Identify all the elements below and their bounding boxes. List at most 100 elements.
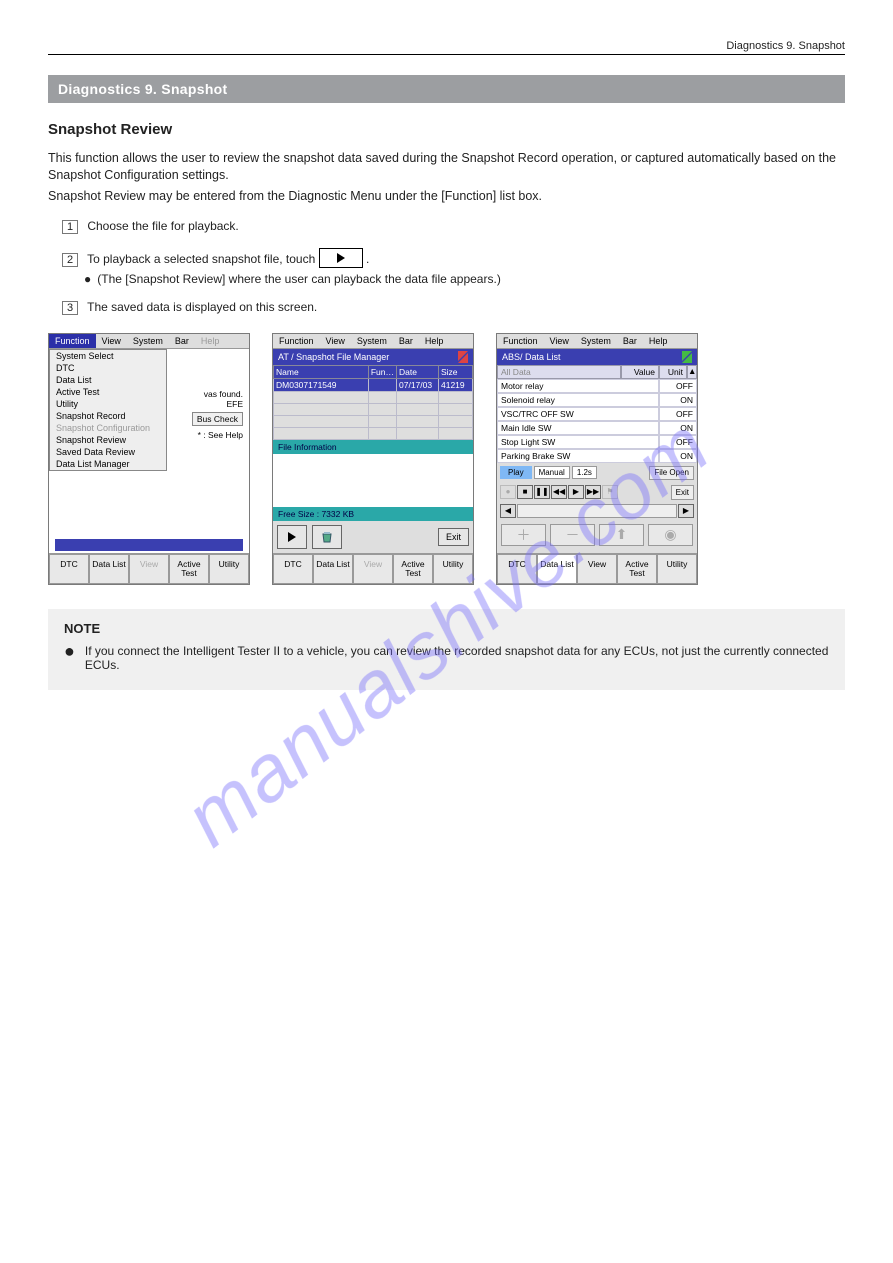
menu-help[interactable]: Help xyxy=(643,334,674,348)
menu-item-saved-data-review[interactable]: Saved Data Review xyxy=(50,446,166,458)
col-value: Value xyxy=(621,365,659,379)
play-mode[interactable]: Manual xyxy=(534,466,570,479)
bottom-tabs: DTC Data List View Active Test Utility xyxy=(273,553,473,584)
menu-bar-item[interactable]: Bar xyxy=(393,334,419,348)
up-arrow-button[interactable]: ⬆ xyxy=(599,524,644,546)
menu-system[interactable]: System xyxy=(351,334,393,348)
tab-data-list[interactable]: Data List xyxy=(89,554,129,584)
title-bar: ABS/ Data List xyxy=(497,349,697,365)
table-row xyxy=(274,403,473,415)
data-row[interactable]: VSC/TRC OFF SWOFF xyxy=(497,407,697,421)
step-2: 2 To playback a selected snapshot file, … xyxy=(62,248,845,268)
screenshot-function-menu: Function View System Bar Help vas found.… xyxy=(48,333,250,585)
scroll-left-icon[interactable]: ◀ xyxy=(500,504,516,518)
tab-view[interactable]: View xyxy=(353,554,393,584)
menu-item-active-test[interactable]: Active Test xyxy=(50,386,166,398)
tab-dtc[interactable]: DTC xyxy=(273,554,313,584)
menu-item-snapshot-config: Snapshot Configuration xyxy=(50,422,166,434)
slider-track[interactable] xyxy=(517,504,677,518)
menu-bar: Function View System Bar Help xyxy=(49,334,249,349)
file-row-selected[interactable]: DM030717154907/17/0341219 xyxy=(274,378,473,391)
menu-system[interactable]: System xyxy=(127,334,169,348)
screenshot-file-manager: Function View System Bar Help AT / Snaps… xyxy=(272,333,474,585)
data-row[interactable]: Main Idle SWON xyxy=(497,421,697,435)
free-size-bar: Free Size : 7332 KB xyxy=(273,507,473,521)
scroll-up-icon[interactable]: ▲ xyxy=(687,365,697,379)
step-number: 3 xyxy=(62,301,78,315)
tab-utility[interactable]: Utility xyxy=(433,554,473,584)
menu-view[interactable]: View xyxy=(544,334,575,348)
menu-system[interactable]: System xyxy=(575,334,617,348)
stop-icon[interactable]: ■ xyxy=(517,485,533,499)
bullet-icon: ● xyxy=(64,644,75,672)
col-name[interactable]: Name xyxy=(274,365,369,378)
note-title: NOTE xyxy=(64,621,829,636)
menu-item-snapshot-record[interactable]: Snapshot Record xyxy=(50,410,166,422)
menu-function[interactable]: Function xyxy=(49,334,96,348)
minus-button[interactable]: － xyxy=(550,524,595,546)
plus-button[interactable]: ＋ xyxy=(501,524,546,546)
rewind-icon[interactable]: ◀◀ xyxy=(551,485,567,499)
play-button[interactable] xyxy=(277,525,307,549)
menu-item-utility[interactable]: Utility xyxy=(50,398,166,410)
section-title: Snapshot Review xyxy=(48,121,845,138)
col-unit: Unit xyxy=(659,365,687,379)
menu-item-dtc[interactable]: DTC xyxy=(50,362,166,374)
target-button[interactable]: ◉ xyxy=(648,524,693,546)
note-box: NOTE ● If you connect the Intelligent Te… xyxy=(48,609,845,690)
play-interval[interactable]: 1.2s xyxy=(572,466,597,479)
step-2-sub: ●(The [Snapshot Review] where the user c… xyxy=(84,272,845,286)
tab-utility[interactable]: Utility xyxy=(657,554,697,584)
col-size[interactable]: Size xyxy=(439,365,473,378)
table-row xyxy=(274,391,473,403)
data-rows: Motor relayOFF Solenoid relayON VSC/TRC … xyxy=(497,379,697,463)
exit-button[interactable]: Exit xyxy=(438,528,469,546)
tab-active-test[interactable]: Active Test xyxy=(617,554,657,584)
data-row[interactable]: Motor relayOFF xyxy=(497,379,697,393)
menu-item-snapshot-review[interactable]: Snapshot Review xyxy=(50,434,166,446)
table-row xyxy=(274,415,473,427)
tab-active-test[interactable]: Active Test xyxy=(169,554,209,584)
col-fun[interactable]: Fun… xyxy=(368,365,396,378)
tab-view[interactable]: View xyxy=(129,554,169,584)
tab-utility[interactable]: Utility xyxy=(209,554,249,584)
menu-function[interactable]: Function xyxy=(273,334,320,348)
background-panel: vas found. EFE Bus Check * : See Help xyxy=(192,389,243,440)
tab-dtc[interactable]: DTC xyxy=(497,554,537,584)
menu-item-system-select[interactable]: System Select xyxy=(50,350,166,362)
record-icon[interactable]: ● xyxy=(500,485,516,499)
scroll-right-icon[interactable]: ▶ xyxy=(678,504,694,518)
menu-bar-item[interactable]: Bar xyxy=(169,334,195,348)
play-icon[interactable]: ▶ xyxy=(568,485,584,499)
menu-bar: Function View System Bar Help xyxy=(497,334,697,349)
chapter-bar: Diagnostics 9. Snapshot xyxy=(48,75,845,103)
pause-icon[interactable]: ❚❚ xyxy=(534,485,550,499)
file-open-button[interactable]: File Open xyxy=(649,466,694,480)
flag-icon[interactable]: ⚑ xyxy=(602,485,618,499)
bottom-tabs: DTC Data List View Active Test Utility xyxy=(497,553,697,584)
menu-function[interactable]: Function xyxy=(497,334,544,348)
tab-dtc[interactable]: DTC xyxy=(49,554,89,584)
data-row[interactable]: Stop Light SWOFF xyxy=(497,435,697,449)
menu-view[interactable]: View xyxy=(96,334,127,348)
data-row[interactable]: Parking Brake SWON xyxy=(497,449,697,463)
play-label: Play xyxy=(500,466,532,479)
delete-button[interactable] xyxy=(312,525,342,549)
tab-view[interactable]: View xyxy=(577,554,617,584)
menu-help[interactable]: Help xyxy=(195,334,226,348)
tab-active-test[interactable]: Active Test xyxy=(393,554,433,584)
menu-item-data-list-manager[interactable]: Data List Manager xyxy=(50,458,166,470)
exit-button[interactable]: Exit xyxy=(671,485,694,500)
header-reference: Diagnostics 9. Snapshot xyxy=(48,40,845,52)
tab-data-list[interactable]: Data List xyxy=(313,554,353,584)
bus-check-button[interactable]: Bus Check xyxy=(192,412,243,426)
data-row[interactable]: Solenoid relayON xyxy=(497,393,697,407)
all-data-selector[interactable]: All Data xyxy=(497,365,621,379)
menu-bar-item[interactable]: Bar xyxy=(617,334,643,348)
fastfwd-icon[interactable]: ▶▶ xyxy=(585,485,601,499)
menu-view[interactable]: View xyxy=(320,334,351,348)
col-date[interactable]: Date xyxy=(397,365,439,378)
menu-item-data-list[interactable]: Data List xyxy=(50,374,166,386)
menu-help[interactable]: Help xyxy=(419,334,450,348)
tab-data-list[interactable]: Data List xyxy=(537,554,577,584)
